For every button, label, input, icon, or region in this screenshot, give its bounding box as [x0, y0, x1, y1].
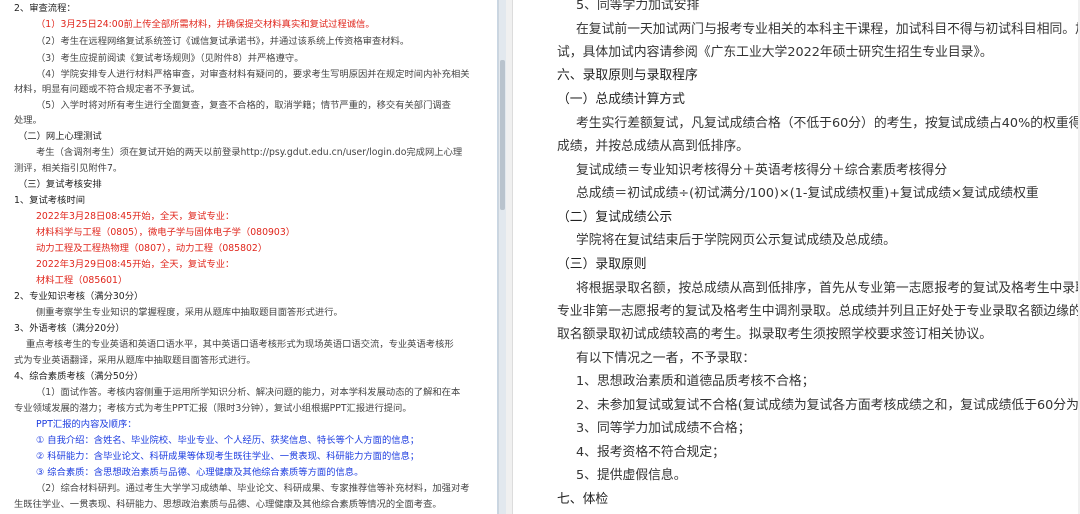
- document-page-right: 5、同等学力加试安排 在复试前一天加试两门与报考专业相关的本科主干课程，加试科目…: [512, 0, 1078, 514]
- text-line: 动力工程及工程热物理（0807），动力工程（085802）: [36, 243, 268, 254]
- section-heading: （二）网上心理测试: [18, 131, 102, 142]
- text-line: 有以下情况之一者，不予录取：: [576, 351, 756, 366]
- text-line: （1）面试作答。考核内容侧重于运用所学知识分析、解决问题的能力，对本学科发展动态…: [36, 387, 461, 398]
- section-heading: （二）复试成绩公示: [557, 210, 673, 225]
- text-line: （2）考生在远程网络复试系统签订《诚信复试承诺书》，并通过该系统上传资格审查材料…: [36, 36, 410, 47]
- section-heading: 1、复试考核时间: [14, 195, 85, 206]
- text-line: 重点考核考生的专业英语和英语口语水平，其中英语口语考核形式为现场英语口语交流，专…: [26, 339, 454, 350]
- list-item: 1、思想政治素质和道德品质考核不合格；: [576, 374, 815, 389]
- text-line: 测评，相关指引见附件7。: [14, 163, 123, 174]
- text-line: ① 自我介绍：含姓名、毕业院校、毕业专业、个人经历、获奖信息、特长等个人方面的信…: [36, 435, 420, 446]
- text-line: 生既往学业、一贯表现、科研能力、思想政治素质与品德、心理健康及其他综合素质等情况…: [14, 499, 442, 510]
- section-heading: （三）复试考核安排: [18, 179, 102, 190]
- text-line: 学院将在复试结束后于学院网页公示复试成绩及总成绩。: [576, 233, 896, 248]
- section-heading: 七、体检: [557, 492, 609, 507]
- text-line: ② 科研能力：含毕业论文、科研成果等体现考生既往学业、一贯表现、科研能力方面的信…: [36, 451, 420, 462]
- section-heading: 3、外语考核（满分20分）: [14, 323, 125, 334]
- text-line: 考生实行差额复试，凡复试成绩合格（不低于60分）的考生，按复试成绩占40%的权重…: [576, 116, 1078, 131]
- text-line: （5）入学时将对所有考生进行全面复查，复查不合格的，取消学籍；情节严重的，移交有…: [36, 100, 451, 111]
- section-heading: 六、录取原则与录取程序: [557, 68, 698, 83]
- text-line: （2）综合材料研判。通过考生大学学习成绩单、毕业论文、科研成果、专家推荐信等补充…: [36, 483, 470, 494]
- formula-line: 复试成绩＝专业知识考核得分＋英语考核得分＋综合素质考核得分: [576, 163, 948, 178]
- text-line: PPT汇报的内容及顺序：: [36, 419, 137, 430]
- text-line: ③ 综合素质：含思想政治素质与品德、心理健康及其他综合素质等方面的信息。: [36, 467, 364, 478]
- text-line: 取名额录取初试成绩较高的考生。拟录取考生须按照学校要求签订相关协议。: [557, 327, 993, 342]
- text-line: 考生（含调剂考生）须在复试开始的两天以前登录http://psy.gdut.ed…: [36, 147, 463, 158]
- text-line: 材料科学与工程（0805），微电子学与固体电子学（080903）: [36, 227, 296, 238]
- section-heading: 4、综合素质考核（满分50分）: [14, 371, 144, 382]
- text-line: （4）学院安排专人进行材料严格审查，对审查材料有疑问的，要求考生写明原因并在规定…: [36, 69, 470, 80]
- text-line: 专业领域发展的潜力；考核方式为考生PPT汇报（限时3分钟），复试小组根据PPT汇…: [14, 403, 412, 414]
- text-line: 5、同等学力加试安排: [576, 0, 700, 13]
- list-item: 2、未参加复试或复试不合格(复试成绩为复试各方面考核成绩之和，复试成绩低于60分…: [576, 398, 1078, 413]
- document-page-left: 2、审查流程： （1）3月25日24:00前上传全部所需材料，并确保提交材料真实…: [0, 0, 498, 514]
- text-line: 侧重考察学生专业知识的掌握程度，采用从题库中抽取题目面答形式进行。: [36, 307, 343, 318]
- text-line: （3）考生应提前阅读《复试考场规则》（见附件8）并严格遵守。: [36, 53, 304, 64]
- text-line: 将根据录取名额，按总成绩从高到低排序，首先从专业第一志愿报考的复试及格考生中录取…: [576, 281, 1078, 296]
- section-heading: 2、审查流程：: [14, 3, 76, 14]
- section-heading: （一）总成绩计算方式: [557, 92, 685, 107]
- vertical-scrollbar[interactable]: [498, 0, 506, 514]
- list-item: 3、同等学力加试成绩不合格；: [576, 421, 751, 436]
- text-line: 2022年3月29日08:45开始，全天，复试专业：: [36, 259, 235, 270]
- list-item: 5、提供虚假信息。: [576, 468, 687, 483]
- text-line: （1）3月25日24:00前上传全部所需材料，并确保提交材料真实和复试过程诚信。: [36, 19, 375, 30]
- text-line: 式为专业英语翻译，采用从题库中抽取题目面答形式进行。: [14, 355, 256, 366]
- text-line: 试，具体加试内容请参阅《广东工业大学2022年硕士研究生招生专业目录》。: [557, 45, 993, 60]
- text-line: 材料工程（085601）: [36, 275, 128, 286]
- text-line: 材料，明显有问题或不符合规定者不予复试。: [14, 84, 200, 95]
- text-line: 成绩，并按总成绩从高到低排序。: [557, 139, 749, 154]
- section-heading: 2、专业知识考核（满分30分）: [14, 291, 144, 302]
- text-line: 处理。: [14, 115, 42, 126]
- text-line: 专业非第一志愿报考的复试及格考生中调剂录取。总成绩并列且正好处于专业录取名额边缘…: [557, 304, 1078, 319]
- section-heading: （三）录取原则: [557, 257, 647, 272]
- text-line: 在复试前一天加试两门与报考专业相关的本科主干课程，加试科目不得与初试科目相同。加…: [576, 22, 1078, 37]
- formula-line: 总成绩＝初试成绩÷(初试满分/100)×(1-复试成绩权重)+复试成绩×复试成绩…: [576, 186, 1039, 201]
- scrollbar-thumb[interactable]: [500, 60, 505, 210]
- list-item: 4、报考资格不符合规定；: [576, 445, 725, 460]
- text-line: 2022年3月28日08:45开始，全天，复试专业：: [36, 211, 235, 222]
